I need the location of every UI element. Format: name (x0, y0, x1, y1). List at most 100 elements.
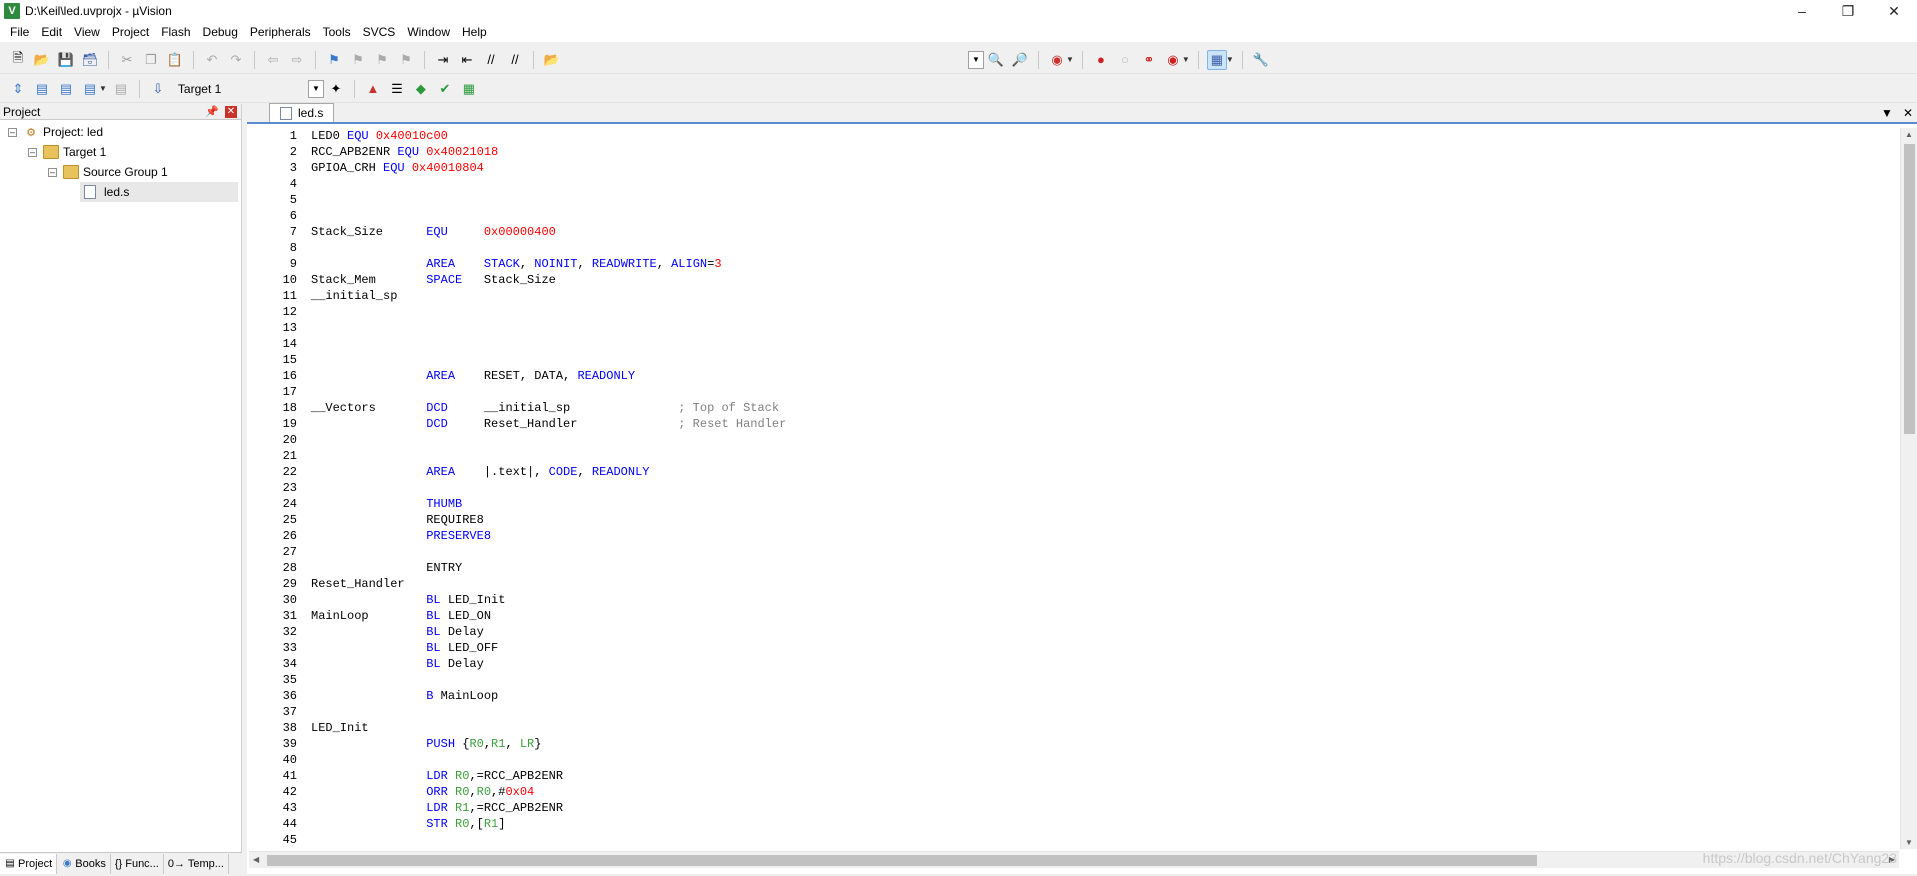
close-tab-icon[interactable]: ✕ (1903, 106, 1913, 120)
chevron-down-icon[interactable]: ▼ (99, 84, 107, 93)
code-line[interactable]: 42 ORR R0,R0,#0x04 (249, 784, 1899, 800)
tab-templates[interactable]: 0→ Temp... (164, 853, 229, 874)
redo-icon[interactable]: ↷ (226, 50, 246, 70)
menu-flash[interactable]: Flash (155, 22, 196, 42)
navigate-back-icon[interactable]: ⇦ (263, 50, 283, 70)
code-line[interactable]: 20 (249, 432, 1899, 448)
indent-icon[interactable]: ⇥ (433, 50, 453, 70)
tree-item-file[interactable]: led.s (80, 182, 238, 202)
code-line[interactable]: 24 THUMB (249, 496, 1899, 512)
tab-functions[interactable]: {} Func... (111, 853, 164, 874)
open-file-icon[interactable]: 📂 (32, 50, 52, 70)
enable-breakpoint-icon[interactable]: ○ (1115, 50, 1135, 70)
collapse-icon[interactable]: – (28, 147, 37, 157)
run-time-environment-icon[interactable]: ▦ (459, 79, 479, 99)
build-icon[interactable]: ▤ (32, 79, 52, 99)
start-debug-icon[interactable]: ◉ (1047, 50, 1067, 70)
code-line[interactable]: 9 AREA STACK, NOINIT, READWRITE, ALIGN=3 (249, 256, 1899, 272)
code-line[interactable]: 30 BL LED_Init (249, 592, 1899, 608)
close-icon[interactable]: ✕ (225, 106, 237, 118)
code-line[interactable]: 40 (249, 752, 1899, 768)
save-icon[interactable]: 💾 (56, 50, 76, 70)
code-line[interactable]: 35 (249, 672, 1899, 688)
menu-svcs[interactable]: SVCS (357, 22, 402, 42)
restore-button[interactable]: ❐ (1825, 0, 1871, 22)
minimize-button[interactable]: – (1779, 0, 1825, 22)
code-line[interactable]: 15 (249, 352, 1899, 368)
cut-icon[interactable]: ✂ (117, 50, 137, 70)
bookmark-toggle-icon[interactable]: ⚑ (324, 50, 344, 70)
code-line[interactable]: 6 (249, 208, 1899, 224)
target-options-icon[interactable]: ✦ (326, 79, 346, 99)
scroll-up-icon[interactable]: ▲ (1905, 130, 1913, 139)
kill-breakpoints-icon[interactable]: ◉ (1163, 50, 1183, 70)
tab-led-s[interactable]: led.s (269, 103, 335, 122)
code-line[interactable]: 27 (249, 544, 1899, 560)
vertical-scrollbar[interactable]: ▲ ▼ (1900, 128, 1917, 849)
scrollbar-thumb[interactable] (1904, 144, 1915, 434)
code-line[interactable]: 28 ENTRY (249, 560, 1899, 576)
menu-help[interactable]: Help (456, 22, 493, 42)
code-line[interactable]: 3 GPIOA_CRH EQU 0x40010804 (249, 160, 1899, 176)
code-line[interactable]: 45 (249, 832, 1899, 848)
collapse-icon[interactable]: – (8, 127, 17, 137)
manage-components-icon[interactable]: ▲ (363, 79, 383, 99)
code-line[interactable]: 43 LDR R1,=RCC_APB2ENR (249, 800, 1899, 816)
save-all-icon[interactable]: 🗃 (80, 50, 100, 70)
code-line[interactable]: 26 PRESERVE8 (249, 528, 1899, 544)
configure-wrench-icon[interactable]: 🔧 (1251, 50, 1271, 70)
find-combo[interactable]: ▼ (564, 50, 984, 70)
insert-breakpoint-icon[interactable]: ● (1091, 50, 1111, 70)
code-line[interactable]: 37 (249, 704, 1899, 720)
manage-project-items-icon[interactable]: ☰ (387, 79, 407, 99)
code-line[interactable]: 36 B MainLoop (249, 688, 1899, 704)
navigate-forward-icon[interactable]: ⇨ (287, 50, 307, 70)
code-line[interactable]: 11 __initial_sp (249, 288, 1899, 304)
code-line[interactable]: 33 BL LED_OFF (249, 640, 1899, 656)
chevron-down-icon[interactable]: ▼ (1066, 55, 1074, 64)
code-line[interactable]: 44 STR R0,[R1] (249, 816, 1899, 832)
code-line[interactable]: 25 REQUIRE8 (249, 512, 1899, 528)
code-line[interactable]: 5 (249, 192, 1899, 208)
code-line[interactable]: 7 Stack_Size EQU 0x00000400 (249, 224, 1899, 240)
tab-project[interactable]: ▤ Project (0, 853, 58, 874)
tab-list-icon[interactable]: ▼ (1881, 106, 1893, 120)
code-line[interactable]: 34 BL Delay (249, 656, 1899, 672)
menu-file[interactable]: File (4, 22, 35, 42)
undo-icon[interactable]: ↶ (202, 50, 222, 70)
pack-installer-icon[interactable]: ✔ (435, 79, 455, 99)
code-line[interactable]: 21 (249, 448, 1899, 464)
code-editor[interactable]: 1 LED0 EQU 0x40010c00 2 RCC_APB2ENR EQU 0x4… (249, 128, 1899, 849)
bookmark-prev-icon[interactable]: ⚑ (348, 50, 368, 70)
tab-books[interactable]: ◉ Books (57, 853, 111, 874)
tree-item-target[interactable]: – Target 1 (28, 142, 106, 162)
disable-breakpoints-icon[interactable]: ⚭ (1139, 50, 1159, 70)
code-line[interactable]: 4 (249, 176, 1899, 192)
incremental-find-icon[interactable]: 🔎 (1010, 50, 1030, 70)
bookmark-next-icon[interactable]: ⚑ (372, 50, 392, 70)
code-line[interactable]: 22 AREA |.text|, CODE, READONLY (249, 464, 1899, 480)
target-select[interactable]: Target 1 ▼ (174, 79, 324, 99)
batch-build-icon[interactable]: ▤ (80, 79, 100, 99)
code-line[interactable]: 29 Reset_Handler (249, 576, 1899, 592)
scrollbar-thumb[interactable] (267, 855, 1537, 866)
stop-build-icon[interactable]: ▤ (111, 79, 131, 99)
code-line[interactable]: 32 BL Delay (249, 624, 1899, 640)
menu-debug[interactable]: Debug (197, 22, 244, 42)
code-line[interactable]: 13 (249, 320, 1899, 336)
new-file-icon[interactable]: 🗎 (8, 50, 28, 70)
chevron-down-icon[interactable]: ▼ (1226, 55, 1234, 64)
tree-item-group[interactable]: – Source Group 1 (48, 162, 168, 182)
code-line[interactable]: 18 __Vectors DCD __initial_sp ; Top of St… (249, 400, 1899, 416)
code-line[interactable]: 38 LED_Init (249, 720, 1899, 736)
code-line[interactable]: 1 LED0 EQU 0x40010c00 (249, 128, 1899, 144)
code-line[interactable]: 10 Stack_Mem SPACE Stack_Size (249, 272, 1899, 288)
code-line[interactable]: 16 AREA RESET, DATA, READONLY (249, 368, 1899, 384)
menu-window[interactable]: Window (401, 22, 456, 42)
rebuild-icon[interactable]: ▤ (56, 79, 76, 99)
chevron-down-icon[interactable]: ▼ (1182, 55, 1190, 64)
chevron-down-icon[interactable]: ▼ (968, 50, 984, 69)
uncomment-icon[interactable]: // (505, 50, 525, 70)
comment-icon[interactable]: // (481, 50, 501, 70)
find-icon[interactable]: 🔍 (986, 50, 1006, 70)
